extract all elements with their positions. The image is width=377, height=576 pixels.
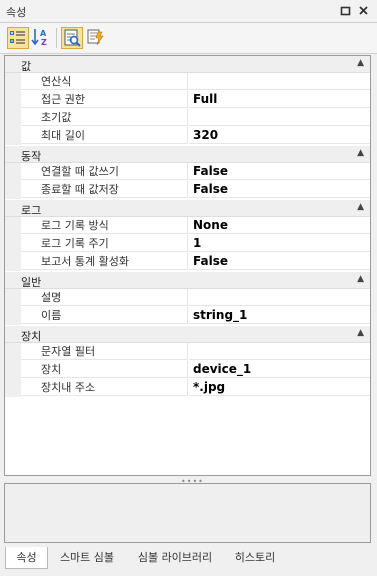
property-name: 로그 기록 주기 [21, 235, 188, 252]
property-name: 초기값 [21, 109, 188, 126]
property-name: 이름 [21, 307, 188, 324]
category-header[interactable]: 로그 ▲ [5, 200, 370, 217]
property-name: 문자열 필터 [21, 343, 188, 360]
property-name: 장치내 주소 [21, 379, 188, 396]
property-grid: 값 ▲ 연산식 접근 권한 Full 초기값 최대 길이 320 동작 ▲ 연결할 때 값쓰기 Fal… [4, 55, 371, 476]
property-value[interactable]: False [189, 181, 370, 198]
category-header[interactable]: 값 ▲ [5, 56, 370, 73]
chevron-up-icon[interactable]: ▲ [357, 328, 364, 338]
property-value[interactable]: 1 [189, 235, 370, 252]
category-name: 장치 [21, 330, 42, 343]
property-row[interactable]: 보고서 통계 활성화 False [5, 253, 370, 271]
property-value[interactable] [189, 289, 370, 306]
property-row[interactable]: 연산식 [5, 73, 370, 91]
alphabetical-sort-button[interactable]: A Z [31, 27, 53, 49]
property-name: 연산식 [21, 73, 188, 90]
chevron-up-icon[interactable]: ▲ [357, 202, 364, 212]
chevron-up-icon[interactable]: ▲ [357, 148, 364, 158]
property-name: 종료할 때 값저장 [21, 181, 188, 198]
property-name: 로그 기록 방식 [21, 217, 188, 234]
category-name: 로그 [21, 204, 42, 217]
property-row[interactable]: 연결할 때 값쓰기 False [5, 163, 370, 181]
property-value[interactable]: False [189, 163, 370, 180]
chevron-up-icon[interactable]: ▲ [357, 274, 364, 284]
chevron-up-icon[interactable]: ▲ [357, 58, 364, 68]
close-icon[interactable] [358, 5, 369, 16]
panel-titlebar: 속성 [0, 0, 377, 23]
row-gutter [5, 343, 21, 361]
property-toolbar: A Z [0, 23, 377, 54]
description-pane [4, 483, 371, 543]
panel-title: 속성 [6, 6, 27, 19]
property-row[interactable]: 문자열 필터 [5, 343, 370, 361]
row-gutter [5, 73, 21, 91]
property-row[interactable]: 초기값 [5, 109, 370, 127]
svg-text:A: A [40, 29, 47, 38]
property-row[interactable]: 접근 권한 Full [5, 91, 370, 109]
events-button[interactable] [85, 27, 107, 49]
property-row[interactable]: 설명 [5, 289, 370, 307]
property-value[interactable]: False [189, 253, 370, 270]
property-row[interactable]: 이름 string_1 [5, 307, 370, 325]
property-row[interactable]: 로그 기록 방식 None [5, 217, 370, 235]
property-value[interactable]: device_1 [189, 361, 370, 378]
property-name: 접근 권한 [21, 91, 188, 108]
category-header[interactable]: 일반 ▲ [5, 272, 370, 289]
bottom-tab-bar: 속성 스마트 심볼 심볼 라이브러리 히스토리 [0, 545, 377, 576]
category-name: 일반 [21, 276, 42, 289]
property-value[interactable]: *.jpg [189, 379, 370, 396]
property-name: 연결할 때 값쓰기 [21, 163, 188, 180]
property-row[interactable]: 장치 device_1 [5, 361, 370, 379]
row-gutter [5, 289, 21, 307]
property-name: 최대 길이 [21, 127, 188, 144]
category-name: 값 [21, 60, 32, 73]
property-row[interactable]: 종료할 때 값저장 False [5, 181, 370, 199]
tab-properties[interactable]: 속성 [5, 547, 48, 569]
property-value[interactable]: None [189, 217, 370, 234]
row-gutter [5, 91, 21, 109]
row-gutter [5, 109, 21, 127]
row-gutter [5, 217, 21, 235]
events-icon [87, 29, 104, 46]
property-row[interactable]: 장치내 주소 *.jpg [5, 379, 370, 397]
property-name: 장치 [21, 361, 188, 378]
property-name: 설명 [21, 289, 188, 306]
tab-symbol-library[interactable]: 심볼 라이브러리 [130, 547, 220, 569]
tab-smart-symbol[interactable]: 스마트 심볼 [52, 547, 122, 569]
category-header[interactable]: 동작 ▲ [5, 146, 370, 163]
row-gutter [5, 307, 21, 325]
property-value[interactable]: string_1 [189, 307, 370, 324]
property-value[interactable]: 320 [189, 127, 370, 144]
row-gutter [5, 253, 21, 271]
svg-text:Z: Z [41, 38, 47, 47]
property-value[interactable] [189, 73, 370, 90]
properties-icon [64, 29, 81, 47]
property-value[interactable] [189, 343, 370, 360]
alphabetical-sort-icon: A Z [31, 29, 47, 47]
properties-button[interactable] [61, 27, 83, 49]
categorized-view-icon [10, 31, 25, 44]
restore-window-icon[interactable] [340, 5, 351, 16]
row-gutter [5, 127, 21, 145]
property-row[interactable]: 최대 길이 320 [5, 127, 370, 145]
categorized-view-button[interactable] [7, 27, 29, 49]
row-gutter [5, 181, 21, 199]
row-gutter [5, 361, 21, 379]
property-value[interactable] [189, 109, 370, 126]
toolbar-separator [56, 28, 57, 48]
row-gutter [5, 379, 21, 397]
category-name: 동작 [21, 150, 42, 163]
row-gutter [5, 163, 21, 181]
property-row[interactable]: 로그 기록 주기 1 [5, 235, 370, 253]
category-header[interactable]: 장치 ▲ [5, 326, 370, 343]
property-name: 보고서 통계 활성화 [21, 253, 188, 270]
tab-history[interactable]: 히스토리 [226, 547, 284, 569]
row-gutter [5, 235, 21, 253]
property-value[interactable]: Full [189, 91, 370, 108]
